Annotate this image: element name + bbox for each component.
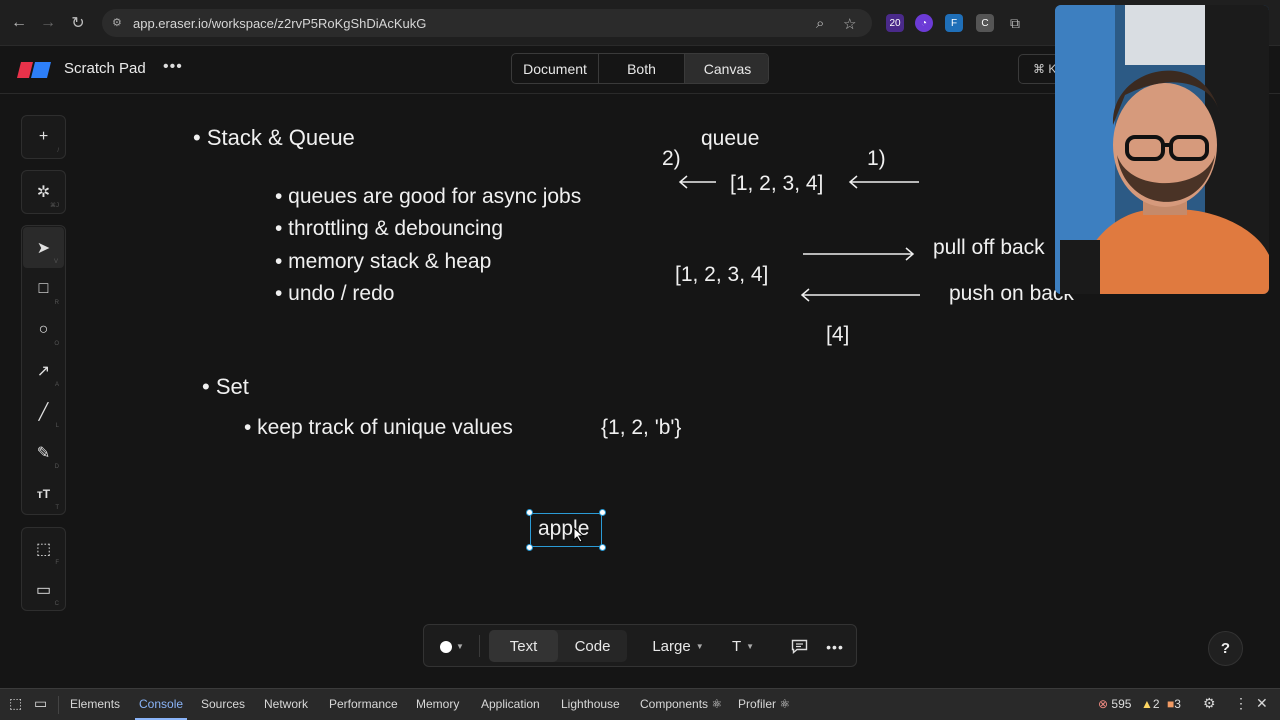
view-canvas-tab[interactable]: Canvas — [685, 54, 768, 83]
chevron-down-icon: ▼ — [746, 642, 755, 651]
warning-count[interactable]: ▲2 — [1141, 697, 1160, 711]
document-title[interactable]: Scratch Pad — [64, 60, 146, 77]
zoom-icon[interactable]: ⌕ — [816, 15, 824, 32]
queue-array[interactable]: [1, 2, 3, 4] — [730, 172, 823, 196]
view-document-tab[interactable]: Document — [512, 54, 599, 83]
queue-step-2[interactable]: 2) — [662, 147, 681, 171]
back-icon[interactable]: ← — [8, 12, 30, 34]
text-mode-button[interactable]: Text — [489, 630, 558, 662]
font-style-dropdown[interactable]: T ▼ — [728, 625, 758, 668]
extension-badge-count: 20 — [889, 17, 901, 29]
note-heading-set[interactable]: • Set — [202, 374, 249, 400]
resize-handle[interactable] — [599, 544, 606, 551]
note-bullet[interactable]: • keep track of unique values — [244, 416, 513, 440]
issue-count-value: 3 — [1174, 697, 1181, 711]
chevron-down-icon: ▼ — [695, 642, 704, 651]
devtools-panel: ⬚ ▭ Elements Console Sources Network Per… — [0, 688, 1280, 720]
devtools-tab-application[interactable]: Application — [481, 697, 540, 711]
text-code-toggle: Text Code — [489, 630, 627, 662]
font-size-dropdown[interactable]: Large ▼ — [646, 625, 710, 668]
code-mode-button[interactable]: Code — [558, 630, 627, 662]
webcam-overlay — [1055, 5, 1269, 294]
arrow-left-icon[interactable] — [846, 174, 922, 190]
stack-result[interactable]: [4] — [826, 323, 849, 347]
devtools-tab-lighthouse[interactable]: Lighthouse — [561, 697, 620, 711]
presenter-video-image — [1055, 5, 1269, 294]
issue-count[interactable]: ■3 — [1167, 697, 1181, 711]
site-info-icon[interactable]: ⚙ — [112, 16, 126, 30]
more-vertical-icon[interactable]: ⋮ — [1234, 695, 1248, 712]
set-example[interactable]: {1, 2, 'b'} — [601, 416, 681, 440]
error-count-value: 595 — [1111, 697, 1132, 711]
more-options-icon[interactable]: ••• — [163, 58, 183, 76]
pull-off-back-label[interactable]: pull off back — [933, 236, 1045, 260]
note-bullet[interactable]: • throttling & debouncing — [275, 217, 503, 241]
queue-step-1[interactable]: 1) — [867, 147, 886, 171]
extension-icon[interactable]: F — [945, 14, 963, 32]
mouse-cursor-icon — [573, 527, 585, 543]
devtools-tab-sources[interactable]: Sources — [201, 697, 245, 711]
help-button[interactable]: ? — [1208, 631, 1243, 666]
note-bullet[interactable]: • queues are good for async jobs — [275, 185, 581, 209]
color-picker[interactable]: ▼ — [436, 625, 468, 668]
devtools-tab-network[interactable]: Network — [264, 697, 308, 711]
error-count[interactable]: ⊗ 595 — [1098, 697, 1131, 711]
device-toolbar-icon[interactable]: ▭ — [34, 695, 47, 712]
eraser-logo-icon[interactable] — [17, 62, 51, 78]
view-mode-switch: Document Both Canvas — [511, 53, 769, 84]
devtools-tab-performance[interactable]: Performance — [329, 697, 398, 711]
forward-icon[interactable]: → — [37, 12, 59, 34]
chevron-down-icon: ▼ — [456, 642, 464, 651]
comment-icon[interactable] — [784, 625, 814, 668]
extension-badge-icon[interactable]: 20 — [886, 14, 904, 32]
text-format-toolbar: ▼ Text Code Large ▼ T ▼ ••• — [423, 624, 857, 667]
view-both-tab[interactable]: Both — [599, 54, 685, 83]
arrow-left-icon[interactable] — [798, 287, 924, 303]
selected-text-box[interactable]: apple — [526, 509, 606, 551]
stack-array[interactable]: [1, 2, 3, 4] — [675, 263, 768, 287]
star-icon[interactable]: ☆ — [843, 15, 856, 33]
resize-handle[interactable] — [599, 509, 606, 516]
note-heading-stack-queue[interactable]: • Stack & Queue — [193, 125, 355, 151]
url-text: app.eraser.io/workspace/z2rvP5RoKgShDiAc… — [133, 16, 427, 31]
devtools-tab-profiler[interactable]: Profiler ⚛ — [738, 697, 790, 711]
address-bar[interactable]: ⚙ app.eraser.io/workspace/z2rvP5RoKgShDi… — [102, 9, 872, 37]
devtools-tab-memory[interactable]: Memory — [416, 697, 459, 711]
extensions-icon[interactable]: ⧉ — [1006, 14, 1024, 32]
settings-gear-icon[interactable]: ⚙ — [1203, 695, 1216, 712]
divider — [58, 696, 59, 714]
extension-icon[interactable]: C — [976, 14, 994, 32]
reload-icon[interactable]: ↻ — [67, 12, 89, 34]
close-icon[interactable]: ✕ — [1256, 695, 1268, 712]
resize-handle[interactable] — [526, 544, 533, 551]
arrow-right-icon[interactable] — [801, 246, 917, 262]
more-options-icon[interactable]: ••• — [821, 625, 849, 668]
font-style-icon: T — [731, 638, 742, 655]
queue-label[interactable]: queue — [701, 127, 759, 151]
warning-count-value: 2 — [1152, 697, 1160, 711]
devtools-tab-components[interactable]: Components ⚛ — [640, 697, 722, 711]
arrow-left-icon[interactable] — [676, 174, 720, 190]
devtools-tab-elements[interactable]: Elements — [70, 697, 120, 711]
font-size-value: Large — [652, 638, 691, 655]
color-swatch-icon — [440, 640, 453, 653]
resize-handle[interactable] — [526, 509, 533, 516]
divider — [479, 635, 480, 657]
note-bullet[interactable]: • memory stack & heap — [275, 250, 491, 274]
devtools-tab-console[interactable]: Console — [134, 697, 188, 720]
extension-icon[interactable]: ◔ — [915, 14, 933, 32]
note-bullet[interactable]: • undo / redo — [275, 282, 394, 306]
inspect-element-icon[interactable]: ⬚ — [9, 695, 22, 712]
